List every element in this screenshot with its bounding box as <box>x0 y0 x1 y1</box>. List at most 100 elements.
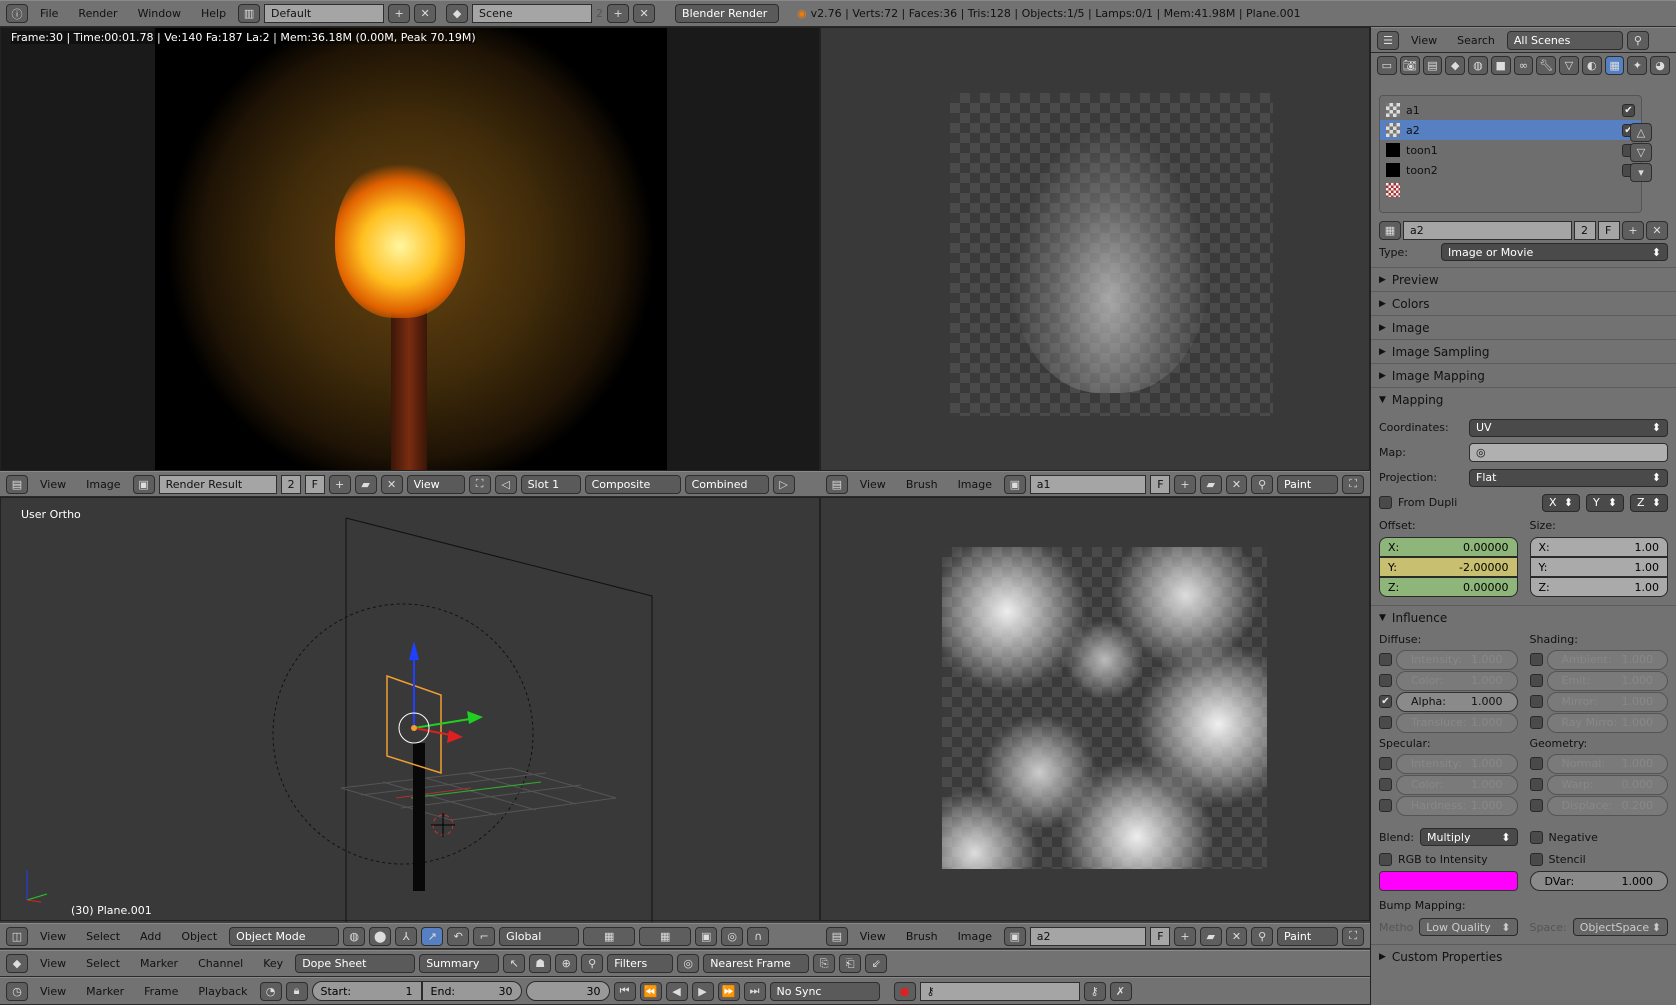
sync-select[interactable]: No Sync <box>769 981 880 1001</box>
texture-browse-icon[interactable]: ▦ <box>1379 220 1401 240</box>
unlink-image-icon[interactable]: ✕ <box>1225 926 1248 946</box>
constraints-tab-icon[interactable]: ∞ <box>1513 56 1534 75</box>
only-errors-icon[interactable]: ⊕ <box>555 954 578 973</box>
panel-image-mapping[interactable]: ▶ Image Mapping <box>1371 363 1676 387</box>
diffuse-factor-field[interactable]: Color: 1.000 <box>1396 670 1518 691</box>
shading-factor-field[interactable]: Mirror: 1.000 <box>1546 691 1668 712</box>
fake-user-button[interactable]: F <box>304 474 325 494</box>
fake-user-button[interactable]: F <box>1598 220 1620 240</box>
translate-icon[interactable]: ↗ <box>421 926 444 946</box>
shading-factor-field[interactable]: Emit: 1.000 <box>1546 670 1668 691</box>
geometry-checkbox[interactable] <box>1529 757 1543 770</box>
editor-type-icon[interactable]: ◆ <box>6 954 28 973</box>
menu-search[interactable]: Search <box>1449 34 1503 47</box>
specular-checkbox[interactable] <box>1379 757 1392 770</box>
diffuse-factor-field[interactable]: Alpha: 1.000 <box>1396 691 1518 712</box>
play-reverse-icon[interactable]: ◀ <box>665 981 688 1001</box>
slot-select[interactable]: Slot 1 <box>520 474 581 494</box>
menu-object[interactable]: Object <box>173 930 225 943</box>
shading-checkbox[interactable] <box>1529 695 1543 708</box>
geometry-factor-field[interactable]: Warp: 0.000 <box>1546 774 1668 795</box>
offset-z-field[interactable]: Z: 0.00000 <box>1379 577 1518 597</box>
next-key-icon[interactable]: ⏩ <box>717 981 740 1001</box>
scene-tab-icon[interactable]: ◆ <box>1445 56 1466 75</box>
render-layer-select[interactable]: Composite <box>584 474 681 494</box>
texture-name-field[interactable]: a2 <box>1403 220 1572 240</box>
start-frame-field[interactable]: Start: 1 <box>311 981 422 1001</box>
menu-view[interactable]: View <box>32 985 74 998</box>
material-tab-icon[interactable]: ◐ <box>1581 56 1602 75</box>
size-x-field[interactable]: X: 1.00 <box>1529 537 1668 557</box>
data-tab-icon[interactable]: ▽ <box>1559 56 1579 75</box>
delete-layout-icon[interactable]: ✕ <box>414 4 437 23</box>
texture-color-swatch[interactable] <box>1379 871 1518 891</box>
from-dupli-checkbox[interactable] <box>1379 496 1392 509</box>
paste-keys-icon[interactable]: ⎗ <box>839 954 862 973</box>
axis-z-select[interactable]: Z ⬍ <box>1630 493 1668 512</box>
coordinates-select[interactable]: UV ⬍ <box>1469 418 1668 437</box>
menu-channel[interactable]: Channel <box>190 957 251 970</box>
layers-icon[interactable]: ▦ <box>639 926 692 946</box>
draw-channels-icon[interactable]: ⛶ <box>468 474 491 494</box>
open-image-icon[interactable]: ▰ <box>1199 474 1222 494</box>
panel-colors[interactable]: ▶ Colors <box>1371 291 1676 315</box>
unlink-image-icon[interactable]: ✕ <box>380 474 403 494</box>
geometry-checkbox[interactable] <box>1529 799 1543 812</box>
diffuse-factor-field[interactable]: Transluce: 1.000 <box>1396 712 1518 733</box>
menu-file[interactable]: File <box>32 7 66 20</box>
draw-channels-icon[interactable]: ⛶ <box>1342 926 1364 946</box>
render-pass-select[interactable]: Combined <box>684 474 769 494</box>
slot-enabled-checkbox[interactable]: ✔ <box>1622 103 1635 117</box>
fake-user-button[interactable]: F <box>1150 926 1171 946</box>
image-browse-icon[interactable]: ▣ <box>1004 474 1026 494</box>
texture-slot-toon1[interactable]: toon1 <box>1380 140 1641 160</box>
prev-slot-icon[interactable]: ◁ <box>494 474 517 494</box>
menu-brush[interactable]: Brush <box>898 930 946 943</box>
menu-view[interactable]: View <box>852 930 894 943</box>
open-image-icon[interactable]: ▰ <box>354 474 377 494</box>
menu-marker[interactable]: Marker <box>78 985 132 998</box>
next-pass-icon[interactable]: ▷ <box>772 474 795 494</box>
projection-select[interactable]: Flat ⬍ <box>1469 468 1668 487</box>
image-a2-canvas[interactable] <box>942 547 1267 869</box>
render-tab-icon[interactable]: 📷︎ <box>1399 56 1420 75</box>
search-icon[interactable]: ⚲ <box>1626 30 1649 50</box>
panel-image[interactable]: ▶ Image <box>1371 315 1676 339</box>
image-name-field[interactable]: a1 <box>1029 474 1147 494</box>
modifiers-tab-icon[interactable]: 🔧︎ <box>1536 56 1557 75</box>
specular-factor-field[interactable]: Color: 1.000 <box>1396 774 1518 795</box>
orientation-select[interactable]: Global <box>499 926 580 946</box>
image-browse-icon[interactable]: ▣ <box>1004 926 1026 946</box>
texture-users[interactable]: 2 <box>1574 220 1596 240</box>
diffuse-checkbox[interactable]: ✔ <box>1379 695 1392 708</box>
geometry-factor-field[interactable]: Displace: 0.200 <box>1546 795 1668 816</box>
open-image-icon[interactable]: ▰ <box>1199 926 1222 946</box>
menu-image[interactable]: Image <box>950 930 1000 943</box>
object-tab-icon[interactable]: ■ <box>1490 56 1511 75</box>
rotate-icon[interactable]: ↶ <box>447 926 470 946</box>
diffuse-checkbox[interactable] <box>1379 716 1392 729</box>
specular-factor-field[interactable]: Intensity: 1.000 <box>1396 753 1518 774</box>
specular-checkbox[interactable] <box>1379 799 1392 812</box>
menu-help[interactable]: Help <box>193 7 234 20</box>
unlink-texture-icon[interactable]: ✕ <box>1646 220 1668 240</box>
manipulator-icon[interactable]: ⅄ <box>395 926 418 946</box>
texture-slot-toon2[interactable]: toon2 <box>1380 160 1641 180</box>
end-frame-field[interactable]: End: 30 <box>421 981 522 1001</box>
auto-snap-select[interactable]: Nearest Frame <box>703 954 810 973</box>
render-layers-icon[interactable]: ▣ <box>695 926 718 946</box>
shading-checkbox[interactable] <box>1529 653 1543 666</box>
shading-factor-field[interactable]: Ambient: 1.000 <box>1546 649 1668 670</box>
scale-icon[interactable]: ⌐ <box>473 926 496 946</box>
menu-view[interactable]: View <box>32 930 74 943</box>
jump-start-icon[interactable]: ⏮ <box>613 981 636 1001</box>
stencil-checkbox[interactable] <box>1529 852 1543 866</box>
rgb-to-intensity-checkbox[interactable] <box>1379 852 1392 866</box>
particles-tab-icon[interactable]: ✦ <box>1627 56 1648 75</box>
panel-preview[interactable]: ▶ Preview <box>1371 267 1676 291</box>
menu-view[interactable]: View <box>1403 34 1445 47</box>
info-editor-icon[interactable]: ⓘ <box>6 4 28 23</box>
texture-tab-icon[interactable]: ▦ <box>1604 56 1625 75</box>
render-layers-tab-icon[interactable]: ▤ <box>1422 56 1443 75</box>
new-image-icon[interactable]: + <box>1174 926 1196 946</box>
